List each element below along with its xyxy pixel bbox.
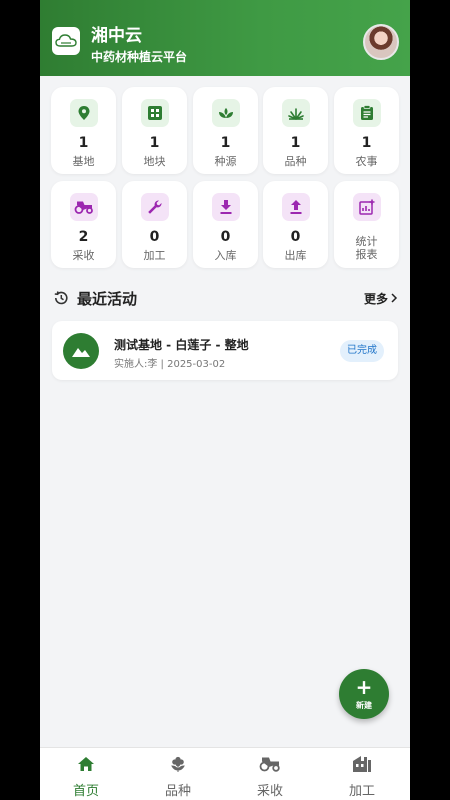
- upload-icon: [282, 193, 310, 221]
- chevron-right-icon: [391, 293, 398, 303]
- tab-home[interactable]: 首页: [40, 748, 132, 800]
- home-icon: [74, 754, 98, 774]
- status-badge: 已完成: [340, 340, 384, 362]
- app-header: 湘中云 中药材种植云平台: [40, 0, 410, 76]
- grid-card-label: 基地: [72, 155, 95, 168]
- app-title: 湘中云: [91, 26, 142, 46]
- new-button[interactable]: + 新建: [339, 669, 389, 719]
- app-subtitle: 中药材种植云平台: [91, 50, 188, 64]
- grid-blocks-icon: [141, 99, 169, 127]
- clipboard-icon: [353, 99, 381, 127]
- tab-variety[interactable]: 品种: [132, 748, 224, 800]
- grid-card-label: 出库: [284, 249, 307, 262]
- landscape-icon: [63, 333, 99, 369]
- grid-card-count: 0: [290, 229, 301, 245]
- cloud-logo-icon: [55, 34, 77, 47]
- tractor-icon: [70, 193, 98, 221]
- activity-subtitle: 实施人:李 | 2025-03-02: [114, 359, 226, 370]
- grid-card-label-line1: 统计: [355, 235, 378, 248]
- download-icon: [212, 193, 240, 221]
- tab-label: 品种: [164, 784, 191, 799]
- grid-card-farm-work[interactable]: 1 农事: [334, 87, 399, 174]
- grid-card-report[interactable]: 统计 报表: [334, 181, 399, 268]
- flower-icon: [166, 754, 190, 774]
- bottom-tab-bar: 首页 品种 采收 加工: [40, 747, 410, 800]
- grid-card-label: 采收: [72, 249, 95, 262]
- app-logo: [52, 27, 80, 55]
- plus-icon: +: [355, 675, 373, 699]
- user-avatar[interactable]: [363, 24, 399, 60]
- grid-card-stock-in[interactable]: 0 入库: [193, 181, 258, 268]
- tab-label: 首页: [72, 784, 99, 799]
- grid-card-count: 1: [149, 135, 160, 151]
- grid-card-label: 品种: [284, 155, 307, 168]
- factory-icon: [350, 754, 374, 774]
- app-screen: 湘中云 中药材种植云平台 1 基地 1 地块 1 种源 1 品种 1 农事 2 …: [40, 0, 410, 800]
- activity-card[interactable]: 测试基地 - 白莲子 - 整地 实施人:李 | 2025-03-02 已完成: [52, 321, 398, 380]
- tab-label: 采收: [256, 784, 283, 799]
- grid-card-label: 入库: [214, 249, 237, 262]
- grid-card-processing[interactable]: 0 加工: [122, 181, 187, 268]
- more-link[interactable]: 更多: [364, 290, 398, 307]
- grid-card-label: 农事: [355, 155, 378, 168]
- sprout-icon: [212, 99, 240, 127]
- grid-card-count: 2: [78, 229, 89, 245]
- section-title: 最近活动: [77, 290, 138, 308]
- grid-card-count: 0: [220, 229, 231, 245]
- grid-card-label-line2: 报表: [355, 248, 378, 261]
- more-label: 更多: [363, 292, 388, 306]
- history-icon: [54, 291, 68, 305]
- grid-card-count: 1: [361, 135, 372, 151]
- grid-card-label: 统计 报表: [334, 235, 399, 261]
- recent-activity-header: 最近活动 更多: [52, 286, 398, 310]
- tab-label: 加工: [348, 784, 375, 799]
- grass-icon: [282, 99, 310, 127]
- grid-card-seed-source[interactable]: 1 种源: [193, 87, 258, 174]
- grid-card-label: 种源: [214, 155, 237, 168]
- chart-add-icon: [353, 193, 381, 221]
- location-pin-icon: [70, 99, 98, 127]
- grid-card-base[interactable]: 1 基地: [51, 87, 116, 174]
- tab-harvest[interactable]: 采收: [224, 748, 316, 800]
- grid-card-plot[interactable]: 1 地块: [122, 87, 187, 174]
- tractor-icon: [258, 754, 282, 774]
- grid-card-count: 1: [290, 135, 301, 151]
- grid-card-stock-out[interactable]: 0 出库: [263, 181, 328, 268]
- new-button-label: 新建: [356, 701, 372, 710]
- grid-card-count: 0: [149, 229, 160, 245]
- grid-card-count: 1: [220, 135, 231, 151]
- wrench-icon: [141, 193, 169, 221]
- activity-title: 测试基地 - 白莲子 - 整地: [114, 338, 249, 352]
- grid-card-label: 加工: [143, 249, 166, 262]
- grid-card-label: 地块: [143, 155, 166, 168]
- grid-card-harvest[interactable]: 2 采收: [51, 181, 116, 268]
- tab-processing[interactable]: 加工: [316, 748, 408, 800]
- grid-card-count: 1: [78, 135, 89, 151]
- grid-card-variety[interactable]: 1 品种: [263, 87, 328, 174]
